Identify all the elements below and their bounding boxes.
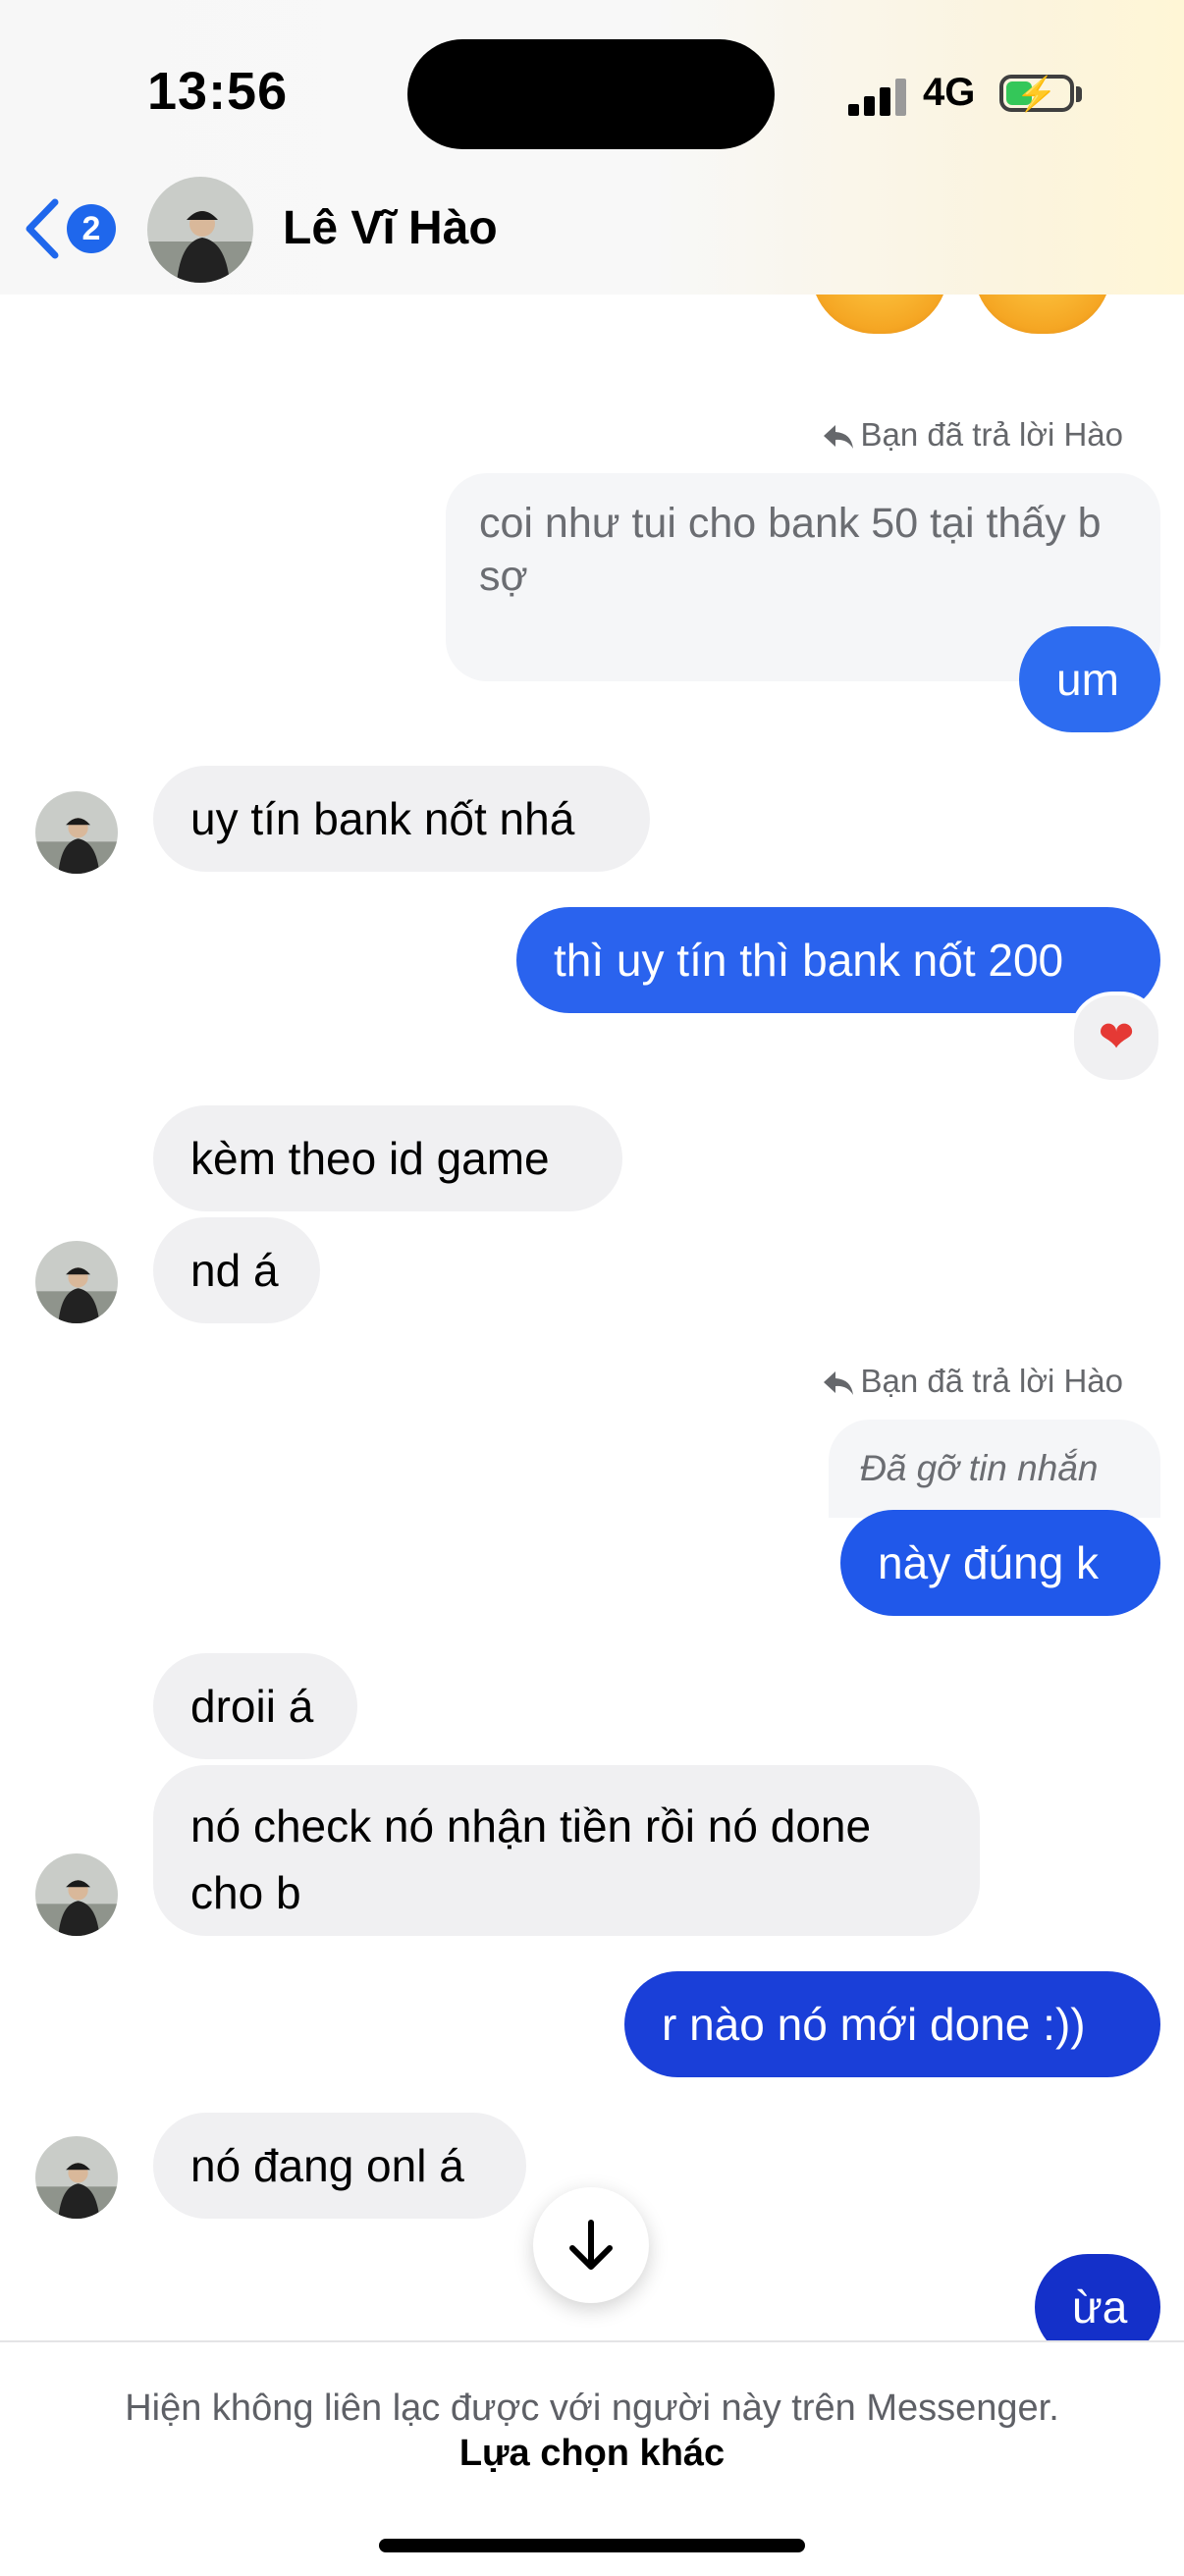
footer-panel: Hiện không liên lạc được với người này t… [0, 2340, 1184, 2576]
unavailable-notice: Hiện không liên lạc được với người này t… [125, 2388, 1059, 2429]
contact-avatar[interactable] [147, 177, 253, 283]
reply-label: Bạn đã trả lời Hào [822, 1363, 1123, 1400]
reply-arrow-icon [823, 1371, 853, 1396]
contact-avatar-small[interactable] [35, 791, 118, 874]
chevron-left-icon [26, 198, 59, 259]
battery-tip [1076, 86, 1082, 102]
message-bubble-outgoing[interactable]: này đúng k [840, 1510, 1160, 1616]
contact-avatar-small[interactable] [35, 1241, 118, 1323]
contact-name[interactable]: Lê Vĩ Hào [283, 201, 498, 255]
reply-arrow-icon [823, 425, 853, 450]
contact-avatar-small[interactable] [35, 1853, 118, 1936]
network-type: 4G [923, 71, 976, 114]
signal-icon [848, 77, 907, 116]
arrow-down-icon [569, 2220, 613, 2270]
heart-reaction[interactable]: ❤ [1070, 992, 1162, 1084]
message-bubble-incoming[interactable]: nd á [153, 1217, 320, 1323]
message-bubble-incoming[interactable]: kèm theo id game [153, 1105, 622, 1211]
status-time: 13:56 [147, 62, 289, 121]
reply-label: Bạn đã trả lời Hào [822, 416, 1123, 454]
message-bubble-incoming[interactable]: nó đang onl á [153, 2113, 526, 2219]
message-bubble-incoming[interactable]: uy tín bank nốt nhá [153, 766, 650, 872]
other-options-link[interactable]: Lựa chọn khác [0, 2433, 1184, 2475]
message-bubble-outgoing[interactable]: um [1019, 626, 1160, 732]
message-bubble-outgoing[interactable]: r nào nó mới done :)) [624, 1971, 1160, 2077]
message-bubble-outgoing[interactable]: thì uy tín thì bank nốt 200 [516, 907, 1160, 1013]
chat-header: 13:56 4G ⚡ 2 Lê Vĩ Hào [0, 0, 1184, 295]
back-button[interactable]: 2 [22, 194, 120, 265]
scroll-to-bottom-button[interactable] [533, 2187, 649, 2303]
message-bubble-incoming[interactable]: droii á [153, 1653, 357, 1759]
battery-charging-icon: ⚡ [999, 75, 1074, 113]
message-bubble-incoming[interactable]: nó check nó nhận tiền rồi nó done cho b [153, 1765, 980, 1936]
contact-avatar-small[interactable] [35, 2136, 118, 2219]
dynamic-island [407, 39, 775, 149]
unread-count-badge: 2 [67, 204, 116, 253]
removed-message-quote: Đã gỡ tin nhắn [829, 1420, 1160, 1518]
home-indicator[interactable] [379, 2539, 805, 2552]
